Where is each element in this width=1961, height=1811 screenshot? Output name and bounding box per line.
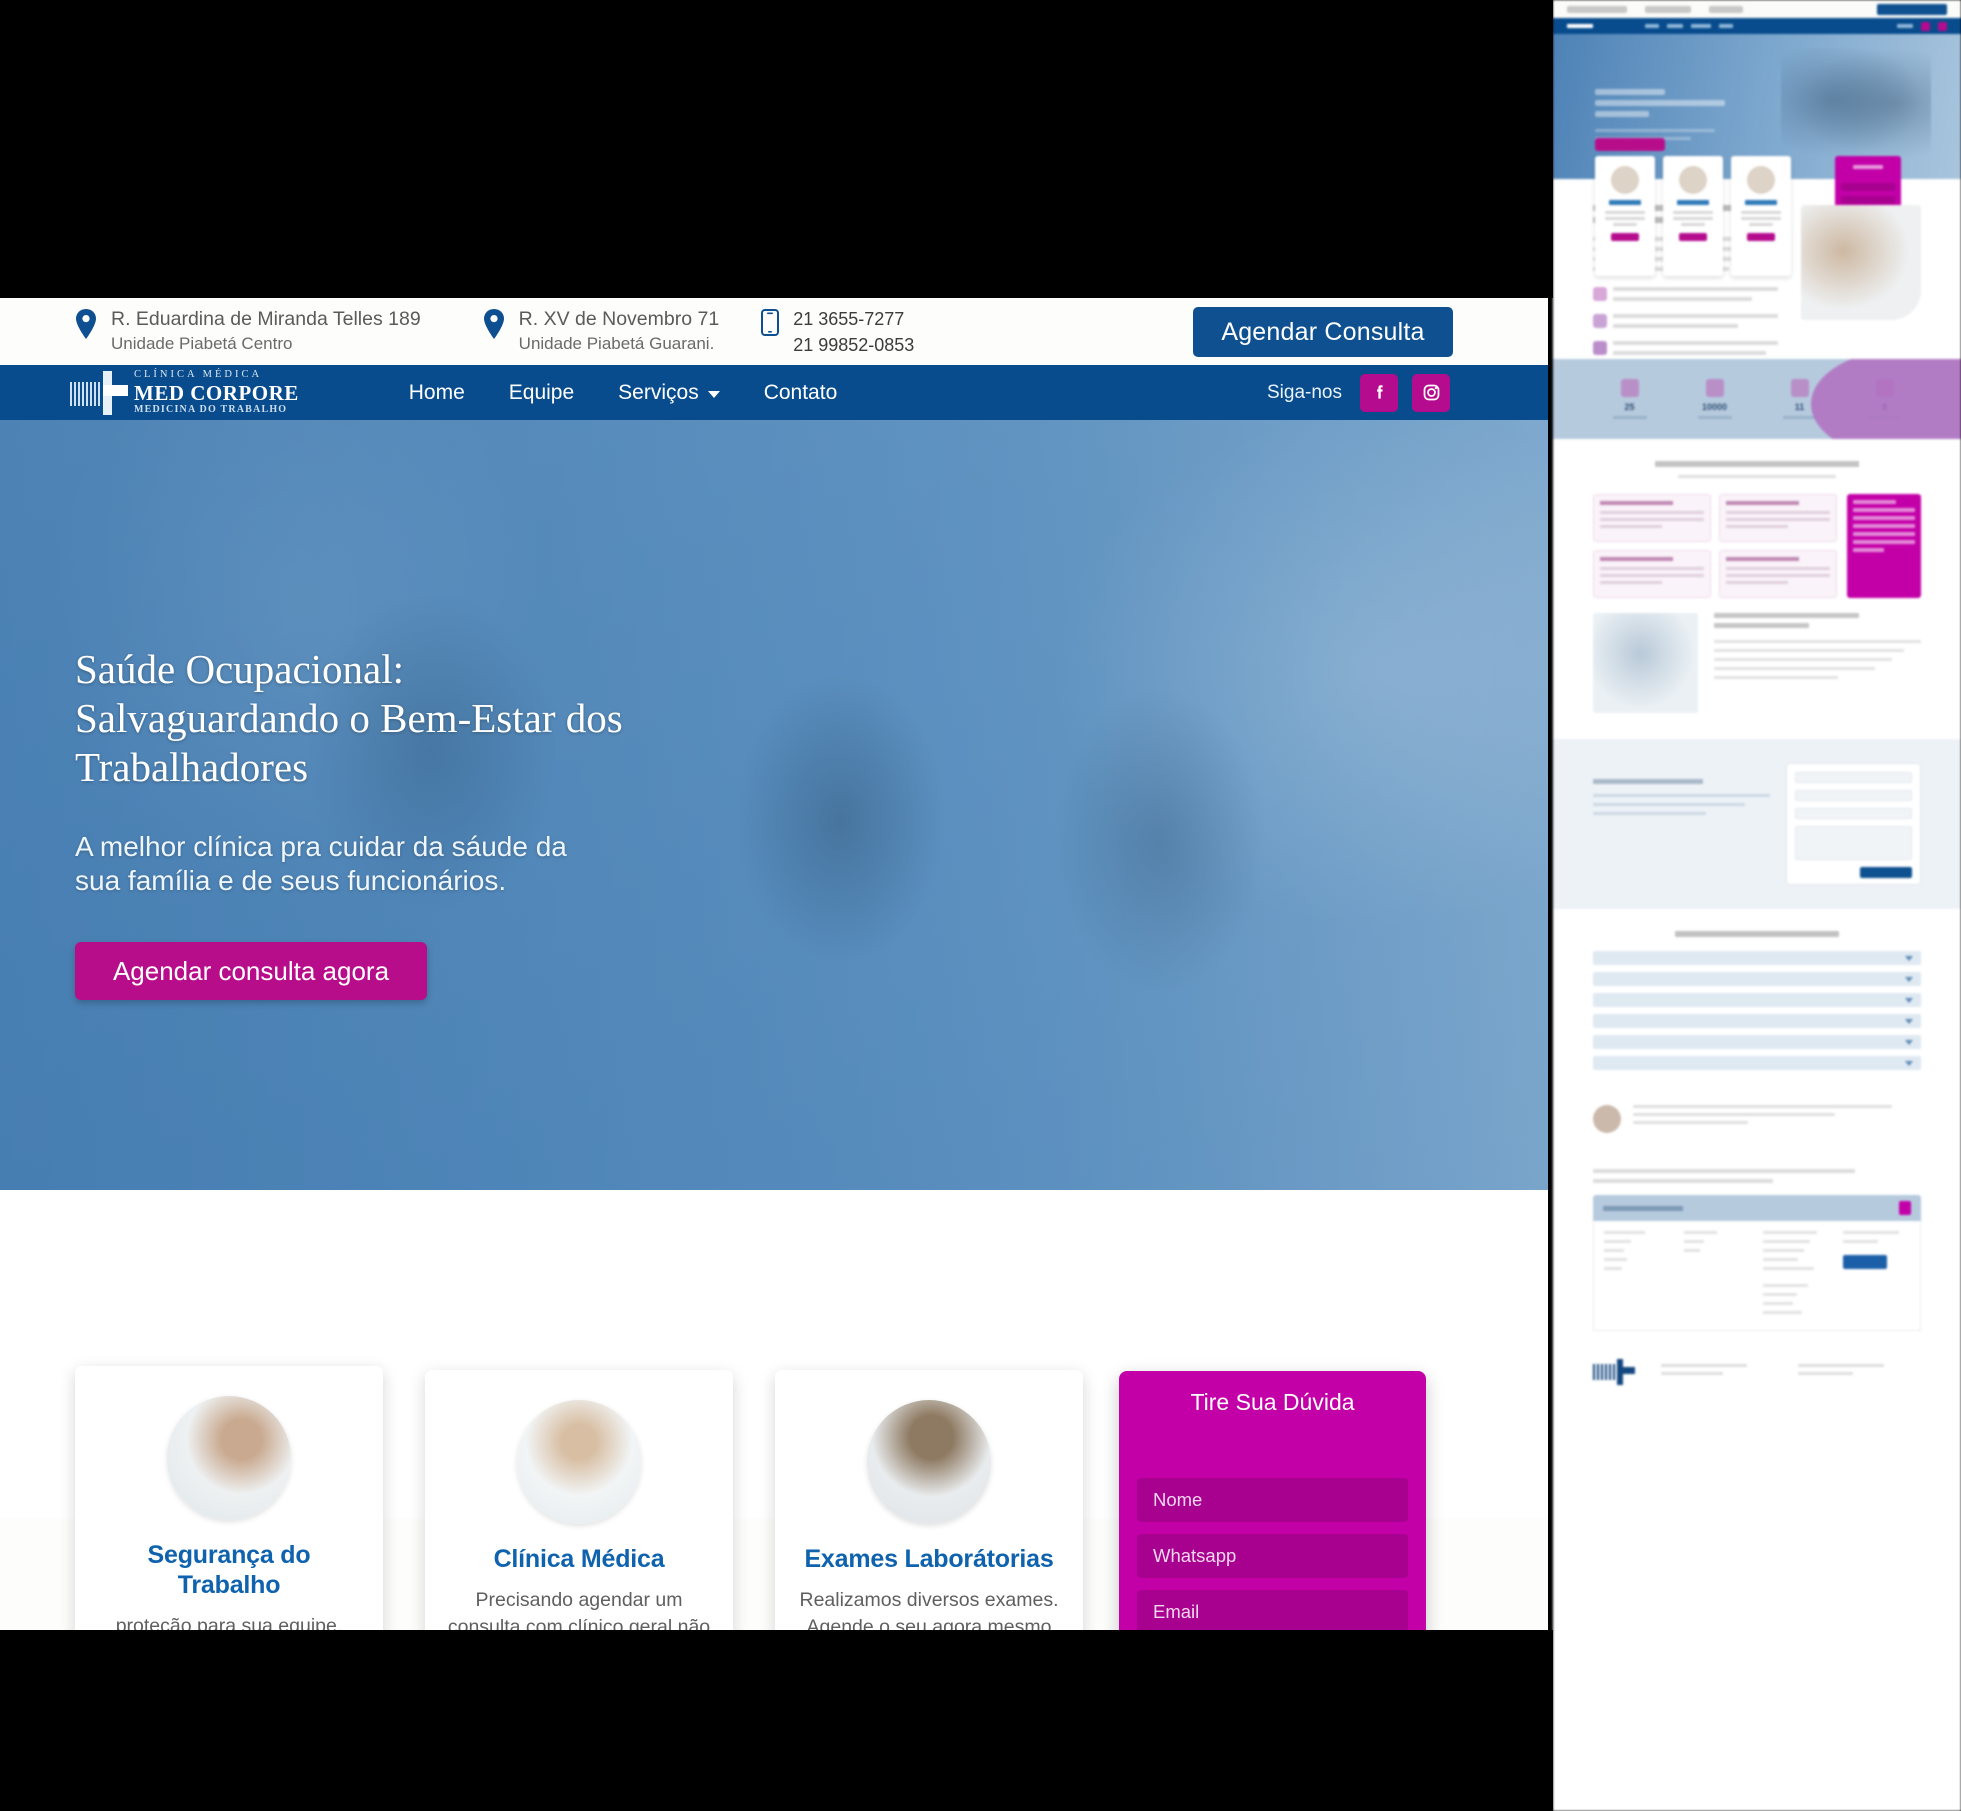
location-street: R. Eduardina de Miranda Telles 189 (111, 308, 421, 330)
medical-cross-logo-icon (70, 370, 128, 415)
hero-section: Saúde Ocupacional: Salvaguardando o Bem-… (0, 420, 1548, 1190)
card-image-worker-safety (167, 1396, 291, 1520)
preview-table-section (1553, 1149, 1961, 1341)
preview-footer-logo-icon (1593, 1359, 1647, 1385)
map-pin-icon (483, 309, 505, 339)
chevron-down-icon (707, 391, 720, 398)
hero-sub-line-2: sua família e de seus funcionários. (75, 865, 507, 896)
card-title-line-1: Segurança do (147, 1541, 311, 1569)
phone-block[interactable]: 21 3655-7277 21 99852-0853 (761, 306, 914, 358)
nav-label: Serviços (618, 380, 699, 404)
service-card[interactable]: Clínica Médica Precisando agendar um con… (425, 1370, 733, 1630)
preview-hero (1553, 34, 1961, 281)
preview-diagnostics-section (1553, 589, 1961, 739)
instagram-icon[interactable] (1412, 373, 1450, 412)
whatsapp-input[interactable] (1137, 1534, 1408, 1578)
logo-line-3: MEDICINA DO TRABALHO (134, 403, 288, 415)
top-letterbox (0, 0, 1553, 298)
nav-item-contato[interactable]: Contato (764, 381, 838, 405)
facebook-icon[interactable] (1360, 373, 1398, 412)
hero-heading-line-1: Saúde Ocupacional: (75, 646, 405, 692)
service-card[interactable]: Exames Laborátorias Realizamos diversos … (775, 1370, 1083, 1630)
preview-stat-value: 25 (1624, 402, 1635, 412)
nav-item-home[interactable]: Home (409, 381, 465, 405)
location-street: R. XV de Novembro 71 (518, 308, 720, 330)
agendar-consulta-button[interactable]: Agendar Consulta (1193, 307, 1453, 357)
card-title: Clínica Médica (493, 1545, 665, 1573)
card-title: Exames Laborátorias (804, 1545, 1054, 1573)
phone-2: 21 99852-0853 (793, 334, 915, 355)
card-description: proteção para sua equipe, tranquilidade … (115, 1615, 343, 1630)
nav-label: Equipe (508, 380, 575, 404)
preview-navbar (1553, 18, 1961, 34)
main-navbar: CLÍNICA MÉDICA MED CORPORE MEDICINA DO T… (0, 365, 1548, 420)
hero-sub-line-1: A melhor clínica pra cuidar da sáude da (75, 831, 567, 862)
logo-line-2: MED CORPORE (134, 380, 299, 405)
preview-stat-value: 8 (1881, 402, 1887, 412)
top-contact-bar: R. Eduardina de Miranda Telles 189 Unida… (0, 298, 1548, 365)
card-title-line-2: Trabalho (177, 1571, 281, 1599)
logo-line-1: CLÍNICA MÉDICA (134, 369, 263, 381)
hero-cta-button[interactable]: Agendar consulta agora (75, 942, 427, 1000)
card-title: Segurança do Trabalho (95, 1540, 363, 1600)
preview-contact-section (1553, 739, 1961, 909)
card-description: Precisando agendar um consulta com clíni… (447, 1589, 711, 1630)
preview-doctors-photo (1801, 205, 1937, 334)
site-logo[interactable]: CLÍNICA MÉDICA MED CORPORE MEDICINA DO T… (70, 369, 299, 415)
follow-us-label: Siga-nos (1267, 381, 1342, 403)
location-1[interactable]: R. Eduardina de Miranda Telles 189 Unida… (75, 307, 421, 356)
preview-cards (1595, 156, 1791, 276)
preview-cta-button (1877, 3, 1947, 15)
service-card[interactable]: Segurança do Trabalho proteção para sua … (75, 1366, 383, 1630)
card-description: Realizamos diversos exames. Agende o seu… (799, 1589, 1059, 1630)
social-area: Siga-nos (1267, 373, 1548, 412)
hero-subheading: A melhor clínica pra cuidar da sáude da … (75, 830, 675, 898)
nav-item-servicos[interactable]: Serviços (618, 381, 720, 405)
email-input[interactable] (1137, 1590, 1408, 1630)
location-2[interactable]: R. XV de Novembro 71 Unidade Piabetá Gua… (483, 307, 720, 356)
hero-heading-line-2: Salvaguardando o Bem-Estar dos (75, 695, 623, 741)
nav-links: Home Equipe Serviços Contato (409, 381, 838, 405)
location-unit: Unidade Piabetá Centro (111, 334, 293, 353)
card-image-lab (867, 1400, 991, 1524)
phone-1: 21 3655-7277 (793, 308, 905, 329)
preview-services-section (1553, 439, 1961, 598)
preview-faq-section (1553, 909, 1961, 1089)
preview-stats-band: 25 10000 11 8 (1553, 359, 1961, 439)
card-image-doctor (517, 1400, 641, 1524)
bottom-letterbox (0, 1630, 1553, 1811)
preview-topbar (1553, 0, 1961, 18)
contact-form-panel: Tire Sua Dúvida 15 + 5 = Enviar (1119, 1371, 1426, 1630)
page-preview-thumbnail[interactable]: 25 10000 11 8 (1553, 0, 1961, 1811)
map-pin-icon (75, 309, 97, 339)
preview-stat-value: 11 (1794, 402, 1805, 412)
browser-viewport: R. Eduardina de Miranda Telles 189 Unida… (0, 298, 1548, 1630)
location-unit: Unidade Piabetá Guarani. (518, 334, 715, 353)
nav-label: Contato (763, 380, 838, 404)
preview-testimonial (1553, 1089, 1961, 1149)
preview-footer (1553, 1341, 1961, 1411)
nav-label: Home (408, 380, 465, 404)
nav-item-equipe[interactable]: Equipe (509, 381, 574, 405)
mobile-phone-icon (761, 308, 780, 336)
hero-heading-line-3: Trabalhadores (75, 744, 309, 790)
form-title: Tire Sua Dúvida (1190, 1389, 1355, 1415)
name-input[interactable] (1137, 1478, 1408, 1522)
screenshot-root: R. Eduardina de Miranda Telles 189 Unida… (0, 0, 1961, 1811)
hero-heading: Saúde Ocupacional: Salvaguardando o Bem-… (75, 645, 715, 792)
preview-stat-value: 10000 (1701, 402, 1728, 412)
